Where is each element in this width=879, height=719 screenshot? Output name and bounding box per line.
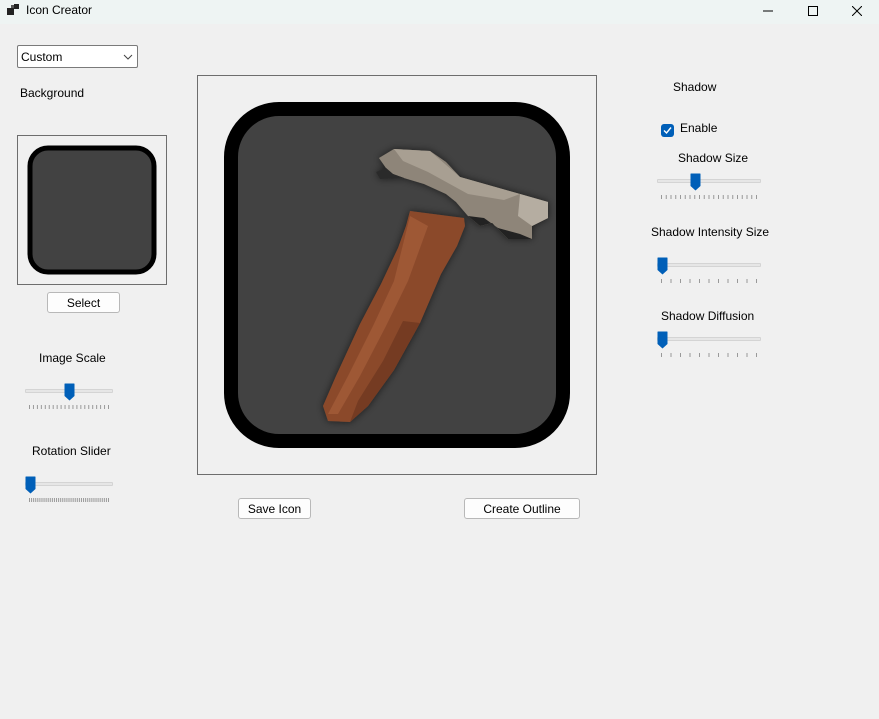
close-button[interactable] xyxy=(834,0,879,22)
slider-thumb[interactable] xyxy=(690,173,701,191)
slider-ticks xyxy=(661,279,757,283)
minimize-button[interactable] xyxy=(745,0,791,22)
shadow-intensity-slider[interactable] xyxy=(657,257,761,283)
background-swatch xyxy=(27,145,157,275)
slider-track xyxy=(657,179,761,183)
preset-dropdown-value: Custom xyxy=(21,50,63,64)
slider-ticks xyxy=(661,353,757,357)
minimize-icon xyxy=(763,10,773,12)
rotation-slider[interactable] xyxy=(25,476,113,502)
save-icon-label: Save Icon xyxy=(247,501,302,516)
shadow-size-label: Shadow Size xyxy=(678,151,749,165)
shadow-diffusion-slider[interactable] xyxy=(657,331,761,357)
preset-dropdown[interactable]: Custom xyxy=(17,45,138,68)
shadow-size-slider[interactable] xyxy=(657,173,761,199)
slider-track xyxy=(25,482,113,486)
chevron-down-icon xyxy=(123,54,133,60)
preview-canvas xyxy=(224,102,570,448)
rotation-label: Rotation Slider xyxy=(32,444,111,458)
background-label: Background xyxy=(20,86,85,100)
window-title: Icon Creator xyxy=(26,3,93,17)
maximize-icon xyxy=(808,6,818,16)
image-scale-label: Image Scale xyxy=(39,351,106,365)
app-icon xyxy=(7,4,19,15)
maximize-button[interactable] xyxy=(790,0,836,22)
slider-ticks xyxy=(29,498,109,502)
shadow-diffusion-label: Shadow Diffusion xyxy=(661,309,755,323)
checkmark-icon xyxy=(663,127,672,135)
slider-thumb[interactable] xyxy=(25,476,36,494)
slider-thumb[interactable] xyxy=(64,383,75,401)
image-scale-slider[interactable] xyxy=(25,383,113,409)
slider-ticks xyxy=(29,405,109,409)
icon-preview xyxy=(197,75,597,475)
create-outline-label: Create Outline xyxy=(483,501,561,516)
create-outline-button[interactable]: Create Outline xyxy=(464,498,580,519)
enable-shadow-checkbox[interactable] xyxy=(661,124,674,137)
enable-label: Enable xyxy=(680,121,718,135)
shadow-heading: Shadow xyxy=(673,80,717,94)
slider-ticks xyxy=(661,195,757,199)
title-bar: Icon Creator xyxy=(0,0,879,24)
shadow-intensity-label: Shadow Intensity Size xyxy=(651,225,770,239)
background-preview xyxy=(17,135,167,285)
slider-thumb[interactable] xyxy=(657,331,668,349)
close-icon xyxy=(852,6,862,16)
slider-track xyxy=(657,263,761,267)
slider-track xyxy=(657,337,761,341)
select-button-label: Select xyxy=(66,295,101,310)
select-button[interactable]: Select xyxy=(47,292,120,313)
slider-thumb[interactable] xyxy=(657,257,668,275)
save-icon-button[interactable]: Save Icon xyxy=(238,498,311,519)
